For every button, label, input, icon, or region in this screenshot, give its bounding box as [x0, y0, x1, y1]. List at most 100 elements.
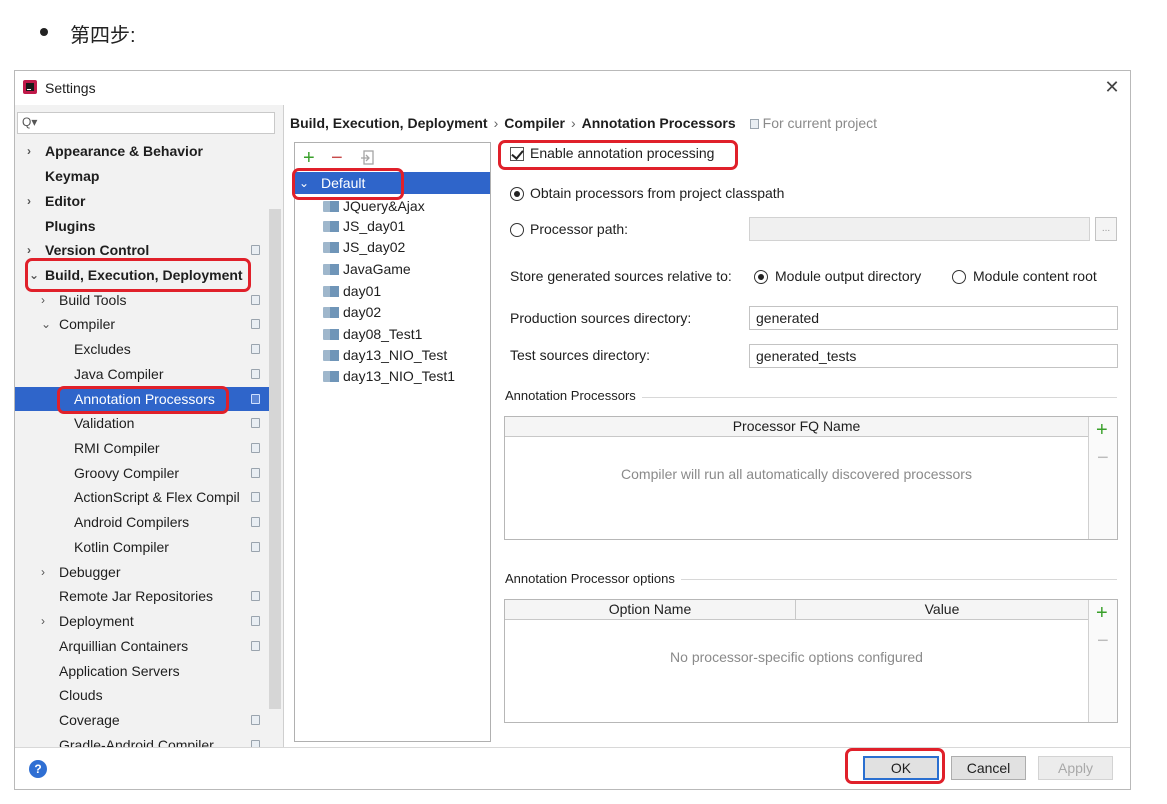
processor-path-label[interactable]: Processor path: — [530, 221, 628, 237]
sidebar-item-deployment[interactable]: › Deployment — [15, 609, 269, 633]
module-item[interactable]: JS_day02 — [323, 237, 405, 257]
sidebar-item-kotlin-compiler[interactable]: Kotlin Compiler — [15, 535, 269, 559]
sidebar-item-coverage[interactable]: Coverage — [15, 708, 269, 732]
sidebar-item-gradle-android-compiler[interactable]: Gradle-Android Compiler — [15, 733, 269, 747]
module-label: JQuery&Ajax — [343, 198, 425, 214]
splitter[interactable] — [283, 105, 284, 747]
sidebar-item-android-compilers[interactable]: Android Compilers — [15, 510, 269, 534]
module-icon — [323, 329, 339, 340]
processor-table-toolbar: + − — [1088, 417, 1117, 539]
breadcrumb: Build, Execution, Deployment › Compiler › An… — [290, 115, 877, 131]
annotation-processors-group-title: Annotation Processors — [505, 388, 642, 403]
sidebar-item-keymap[interactable]: Keymap — [15, 164, 269, 188]
sidebar-item-java-compiler[interactable]: Java Compiler — [15, 362, 269, 386]
sidebar-item-label: Deployment — [59, 613, 134, 629]
sidebar-item-remote-jar-repositories[interactable]: Remote Jar Repositories — [15, 584, 269, 608]
sidebar-scrollbar[interactable] — [269, 209, 281, 709]
module-item[interactable]: JS_day01 — [323, 216, 406, 236]
processor-path-field[interactable] — [749, 217, 1090, 241]
sidebar-item-debugger[interactable]: › Debugger — [15, 560, 269, 584]
store-generated-label: Store generated sources relative to: — [510, 268, 732, 284]
sidebar-item-rmi-compiler[interactable]: RMI Compiler — [15, 436, 269, 460]
processor-fq-name-header[interactable]: Processor FQ Name — [505, 417, 1088, 437]
remove-icon[interactable]: − — [331, 147, 343, 170]
sidebar-item-label: Application Servers — [59, 663, 180, 679]
project-scope-icon — [251, 344, 260, 354]
module-item[interactable]: day01 — [323, 281, 382, 301]
highlight-build-execution-deployment — [25, 258, 251, 292]
add-option-icon[interactable]: + — [1096, 602, 1108, 625]
settings-sidebar: Q▾ › Appearance & Behavior Keymap › Edit… — [15, 105, 283, 747]
module-content-root-label[interactable]: Module content root — [973, 268, 1097, 284]
project-scope-icon — [251, 369, 260, 379]
option-value-header[interactable]: Value — [795, 600, 1088, 620]
processor-path-radio[interactable] — [510, 223, 524, 237]
module-icon — [323, 371, 339, 382]
module-item[interactable]: day02 — [323, 302, 381, 322]
sidebar-item-appearance[interactable]: › Appearance & Behavior — [15, 139, 269, 163]
profiles-panel: + − ⌄ Default JQuery&Ajax JS_day01 JS_da… — [294, 142, 491, 742]
module-label: JS_day01 — [343, 218, 406, 234]
sidebar-item-label: Debugger — [59, 564, 121, 580]
module-item[interactable]: day13_NIO_Test1 — [323, 366, 455, 386]
sidebar-item-label: Java Compiler — [74, 366, 164, 382]
sidebar-item-groovy-compiler[interactable]: Groovy Compiler — [15, 461, 269, 485]
module-item[interactable]: JavaGame — [323, 259, 411, 279]
add-icon[interactable]: + — [303, 147, 315, 170]
project-scope-icon — [251, 418, 260, 428]
option-name-header[interactable]: Option Name — [505, 600, 795, 620]
move-to-icon[interactable] — [361, 150, 375, 166]
module-icon — [323, 201, 339, 212]
sidebar-item-compiler[interactable]: ⌄ Compiler — [15, 312, 269, 336]
search-input[interactable]: Q▾ — [17, 112, 275, 134]
project-scope-icon — [251, 715, 260, 725]
sidebar-item-clouds[interactable]: Clouds — [15, 683, 269, 707]
sidebar-item-arquillian-containers[interactable]: Arquillian Containers — [15, 634, 269, 658]
breadcrumb-separator: › — [493, 115, 499, 131]
sidebar-item-plugins[interactable]: Plugins — [15, 214, 269, 238]
scope-text: For current project — [762, 115, 878, 131]
cancel-button[interactable]: Cancel — [951, 756, 1026, 780]
sidebar-item-editor[interactable]: › Editor — [15, 189, 269, 213]
project-scope-icon — [251, 295, 260, 305]
browse-button[interactable]: ... — [1095, 217, 1117, 241]
sidebar-item-label: Android Compilers — [74, 514, 190, 530]
chevron-right-icon: › — [41, 614, 45, 628]
module-item[interactable]: day13_NIO_Test — [323, 345, 448, 365]
bullet-dot — [40, 28, 48, 36]
test-sources-field[interactable]: generated_tests — [749, 344, 1118, 368]
close-icon[interactable]: ✕ — [1101, 76, 1123, 98]
module-label: day13_NIO_Test — [343, 347, 448, 363]
sidebar-item-validation[interactable]: Validation — [15, 411, 269, 435]
sidebar-item-label: Keymap — [45, 168, 100, 184]
module-label: day01 — [343, 283, 382, 299]
sidebar-item-excludes[interactable]: Excludes — [15, 337, 269, 361]
remove-option-icon[interactable]: − — [1097, 630, 1109, 653]
add-processor-icon[interactable]: + — [1096, 419, 1108, 442]
sidebar-item-label: Arquillian Containers — [59, 638, 189, 654]
project-scope-icon — [251, 740, 260, 747]
module-item[interactable]: day08_Test1 — [323, 324, 422, 344]
sidebar-item-label: Kotlin Compiler — [74, 539, 169, 555]
obtain-from-classpath-radio[interactable] — [510, 187, 524, 201]
sidebar-item-label: Coverage — [59, 712, 120, 728]
module-output-radio[interactable] — [754, 270, 768, 284]
sidebar-item-application-servers[interactable]: Application Servers — [15, 659, 269, 683]
module-output-label[interactable]: Module output directory — [775, 268, 921, 284]
project-scope-icon — [251, 591, 260, 601]
help-icon[interactable]: ? — [29, 760, 47, 778]
project-scope-icon — [251, 319, 260, 329]
remove-processor-icon[interactable]: − — [1097, 447, 1109, 470]
sidebar-item-actionscript-flex[interactable]: ActionScript & Flex Compil — [15, 485, 269, 509]
search-icon: Q▾ — [22, 115, 38, 129]
processor-options-table: Option Name Value No processor-specific … — [504, 599, 1118, 723]
project-scope-icon — [251, 517, 260, 527]
project-scope-icon — [251, 542, 260, 552]
chevron-down-icon: ⌄ — [41, 317, 52, 331]
obtain-from-classpath-label[interactable]: Obtain processors from project classpath — [530, 185, 784, 201]
production-sources-field[interactable]: generated — [749, 306, 1118, 330]
sidebar-item-label: Version Control — [45, 242, 150, 258]
project-scope-icon — [251, 468, 260, 478]
module-content-root-radio[interactable] — [952, 270, 966, 284]
apply-button[interactable]: Apply — [1038, 756, 1113, 780]
